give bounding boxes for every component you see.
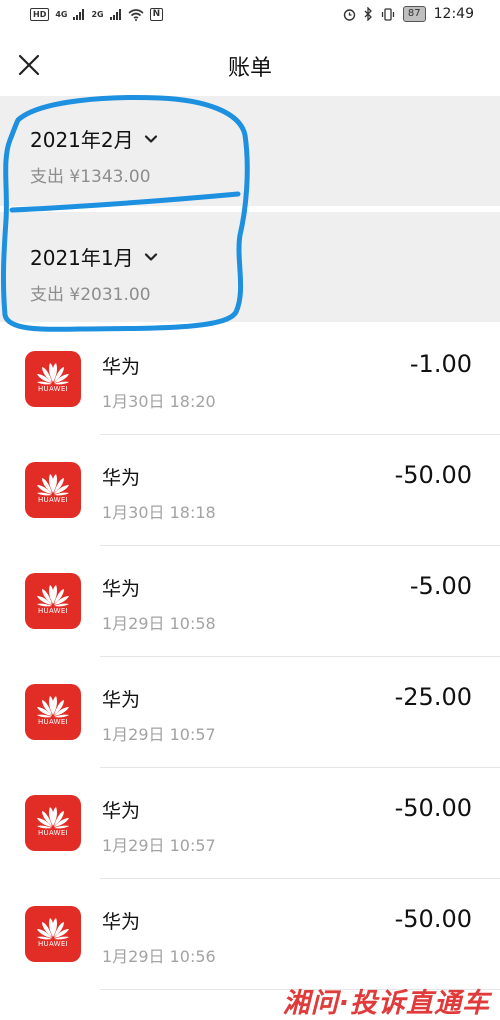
hd-badge: HD xyxy=(30,8,50,21)
wifi-icon xyxy=(128,8,144,21)
transaction-amount: -50.00 xyxy=(394,794,472,822)
status-bar: HD 4G 2G N 87 12:49 xyxy=(0,0,500,34)
month-section-feb[interactable]: 2021年2月 支出 ¥1343.00 xyxy=(0,96,500,206)
app-header: 账单 xyxy=(0,34,500,96)
transaction-amount: -1.00 xyxy=(409,350,472,378)
transaction-row[interactable]: HUAWEI 华为 1月30日 18:18 -50.00 xyxy=(0,435,500,546)
transaction-time: 1月30日 18:18 xyxy=(102,503,216,522)
merchant-name: 华为 xyxy=(102,356,141,378)
merchant-name: 华为 xyxy=(102,578,141,600)
logo-wordmark: HUAWEI xyxy=(37,829,68,837)
nfc-icon: N xyxy=(149,8,164,21)
transaction-amount: -50.00 xyxy=(394,905,472,933)
month-section-jan[interactable]: 2021年1月 支出 ¥2031.00 xyxy=(0,212,500,322)
vibrate-icon xyxy=(381,7,395,21)
chevron-down-icon xyxy=(144,134,157,143)
transaction-time: 1月29日 10:58 xyxy=(102,614,216,633)
huawei-logo-icon: HUAWEI xyxy=(25,684,81,740)
merchant-name: 华为 xyxy=(102,467,141,489)
transaction-amount: -5.00 xyxy=(409,572,472,600)
huawei-petals-icon xyxy=(37,585,69,607)
logo-wordmark: HUAWEI xyxy=(37,718,68,726)
merchant-name: 华为 xyxy=(102,689,141,711)
watermark: 湘问·投诉直通车 xyxy=(282,988,490,1019)
alarm-icon xyxy=(343,8,356,21)
month-title: 2021年1月 xyxy=(30,246,134,270)
huawei-petals-icon xyxy=(37,474,69,496)
huawei-petals-icon xyxy=(37,918,69,940)
bluetooth-icon xyxy=(364,7,372,21)
transaction-time: 1月29日 10:57 xyxy=(102,836,216,855)
month-selector[interactable]: 2021年2月 xyxy=(30,124,158,153)
merchant-name: 华为 xyxy=(102,911,141,933)
transaction-amount: -25.00 xyxy=(394,683,472,711)
huawei-logo-icon: HUAWEI xyxy=(25,462,81,518)
transaction-amount: -50.00 xyxy=(394,461,472,489)
huawei-petals-icon xyxy=(37,363,69,385)
battery-indicator: 87 xyxy=(402,6,426,22)
signal-icon xyxy=(73,9,85,20)
transaction-row[interactable]: HUAWEI 华为 1月29日 10:56 -50.00 xyxy=(0,879,500,990)
month-expense: 支出 ¥1343.00 xyxy=(30,167,151,187)
page-title: 账单 xyxy=(227,56,272,81)
transaction-row[interactable]: HUAWEI 华为 1月29日 10:57 -50.00 xyxy=(0,768,500,879)
transaction-time: 1月30日 18:20 xyxy=(102,392,216,411)
transaction-row[interactable]: HUAWEI 华为 1月30日 18:20 -1.00 xyxy=(0,324,500,435)
signal-icon xyxy=(109,9,121,20)
transaction-row[interactable]: HUAWEI 华为 1月29日 10:57 -25.00 xyxy=(0,657,500,768)
transaction-row[interactable]: HUAWEI 华为 1月29日 10:58 -5.00 xyxy=(0,546,500,657)
huawei-petals-icon xyxy=(37,696,69,718)
signal-2g-label: 2G xyxy=(91,10,104,19)
transaction-time: 1月29日 10:57 xyxy=(102,725,216,744)
logo-wordmark: HUAWEI xyxy=(37,940,68,948)
huawei-logo-icon: HUAWEI xyxy=(25,573,81,629)
logo-wordmark: HUAWEI xyxy=(37,607,68,615)
month-title: 2021年2月 xyxy=(30,128,134,152)
logo-wordmark: HUAWEI xyxy=(37,496,68,504)
signal-4g-label: 4G xyxy=(55,10,68,19)
logo-wordmark: HUAWEI xyxy=(37,385,68,393)
huawei-logo-icon: HUAWEI xyxy=(25,795,81,851)
huawei-logo-icon: HUAWEI xyxy=(25,906,81,962)
huawei-petals-icon xyxy=(37,807,69,829)
transaction-time: 1月29日 10:56 xyxy=(102,947,216,966)
chevron-down-icon xyxy=(144,252,157,261)
month-selector[interactable]: 2021年1月 xyxy=(30,242,158,271)
status-left: HD 4G 2G N xyxy=(30,8,164,21)
status-right: 87 12:49 xyxy=(343,6,474,22)
merchant-name: 华为 xyxy=(102,800,141,822)
status-time: 12:49 xyxy=(433,6,474,22)
huawei-logo-icon: HUAWEI xyxy=(25,351,81,407)
month-expense: 支出 ¥2031.00 xyxy=(30,285,151,305)
